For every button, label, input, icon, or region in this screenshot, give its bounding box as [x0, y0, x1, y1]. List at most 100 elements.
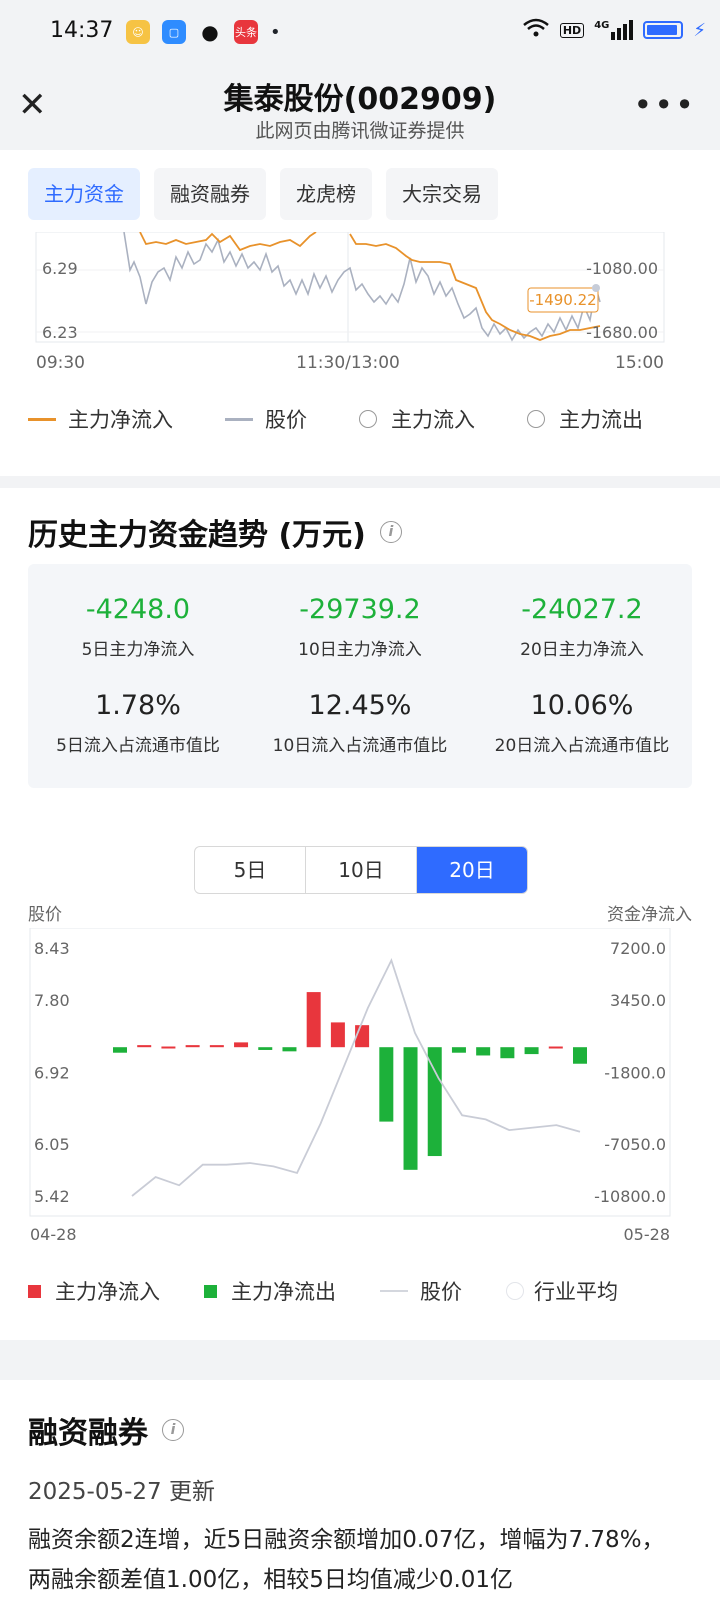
legend-main-inflow-label: 主力净流入	[55, 1280, 160, 1304]
page-title: 集泰股份(002909)	[223, 82, 497, 117]
margin-update-date: 2025-05-27 更新	[28, 1479, 215, 1505]
history-trend-card: 历史主力资金趋势 (万元) i -4248.0 5日主力净流入 -29739.2…	[0, 488, 720, 1340]
outflow-bar	[282, 1047, 297, 1052]
legend-outflow[interactable]: 主力流出	[527, 404, 643, 434]
last-value-text: -1490.22	[529, 291, 596, 309]
inflow-bar	[234, 1042, 249, 1048]
inflow-bar	[185, 1045, 200, 1048]
inflow-bar	[161, 1046, 176, 1049]
period-10d-button[interactable]: 10日	[306, 847, 417, 893]
flow-axis-tick: 3450.0	[610, 991, 666, 1010]
stat-value: 1.78%	[95, 690, 181, 721]
more-notifications-dot: •	[270, 21, 281, 43]
price-tick-top: 6.29	[42, 259, 78, 278]
blue-app-icon: ▢	[162, 20, 186, 44]
outflow-bar	[573, 1047, 587, 1064]
battery-icon	[643, 21, 684, 39]
flow-tick-top: -1080.00	[586, 259, 658, 278]
inflow-bar	[548, 1046, 563, 1049]
stat-value: 10.06%	[530, 690, 634, 721]
outflow-swatch	[204, 1284, 217, 1298]
stat-label: 5日主力净流入	[81, 640, 195, 660]
stat-5d-net: -4248.0 5日主力净流入	[28, 594, 248, 660]
intraday-flow-chart[interactable]: -1490.22 6.29 6.23 -1080.00 -1680.00 09:…	[0, 232, 720, 382]
inflow-bar	[330, 1022, 345, 1048]
wechat-icon: ●	[198, 20, 222, 44]
stat-value: -4248.0	[85, 594, 191, 625]
system-icons: HD 4G ⚡	[522, 18, 706, 42]
stat-20d-net: -24027.2 20日主力净流入	[472, 594, 692, 660]
price-tick-bottom: 6.23	[42, 323, 78, 342]
x-end-label: 05-28	[624, 1225, 671, 1244]
tab-main-funds[interactable]: 主力资金	[28, 168, 140, 220]
outflow-bar	[427, 1047, 442, 1157]
margin-title: 融资融券 i	[28, 1408, 184, 1452]
status-bar: 14:37 ☺ ▢ ● 头条 • HD 4G ⚡	[0, 0, 720, 64]
legend-main-outflow-label: 主力净流出	[231, 1280, 336, 1304]
left-axis-title: 股价	[28, 905, 62, 925]
legend-inflow-label: 主力流入	[391, 408, 475, 432]
main-funds-card: 主力资金 融资融券 龙虎榜 大宗交易 -1490.22 6.29 6.23 -1…	[0, 150, 720, 476]
legend-industry-avg[interactable]: 行业平均	[506, 1276, 618, 1306]
legend-price[interactable]: 股价	[380, 1276, 462, 1306]
tab-dragon-tiger[interactable]: 龙虎榜	[280, 168, 372, 220]
net-inflow-swatch	[28, 417, 56, 421]
margin-title-text: 融资融券	[28, 1416, 148, 1451]
x-start-label: 04-28	[30, 1225, 77, 1244]
history-title: 历史主力资金趋势 (万元) i	[28, 510, 402, 554]
outflow-bar	[500, 1047, 515, 1059]
time-label-mid: 11:30/13:00	[296, 353, 400, 373]
price-axis-tick: 5.42	[34, 1187, 70, 1206]
flow-axis-tick: 7200.0	[610, 939, 666, 958]
period-selector: 5日 10日 20日	[194, 846, 528, 894]
price-axis-tick: 6.05	[34, 1135, 70, 1154]
stat-label: 10日流入占流通市值比	[272, 736, 448, 756]
margin-description: 融资余额2连增，近5日融资余额增加0.07亿，增幅为7.78%，两融余额差值1.…	[28, 1527, 665, 1593]
outflow-bar	[379, 1047, 394, 1122]
stat-5d-ratio: 1.78% 5日流入占流通市值比	[28, 690, 248, 756]
outflow-bar	[113, 1047, 127, 1053]
tab-margin-trading[interactable]: 融资融券	[154, 168, 266, 220]
flow-axis-tick: -1800.0	[604, 1063, 666, 1082]
price-swatch	[225, 417, 253, 421]
stat-10d-ratio: 12.45% 10日流入占流通市值比	[250, 690, 470, 756]
history-flow-chart[interactable]: 8.43 7200.0 7.80 3450.0 6.92 -1800.0 6.05 -7050…	[0, 928, 720, 1258]
legend-industry-label: 行业平均	[534, 1280, 618, 1304]
kid-app-icon: ☺	[126, 20, 150, 44]
radio-icon	[359, 410, 377, 428]
tab-block-trade[interactable]: 大宗交易	[386, 168, 498, 220]
stat-10d-net: -29739.2 10日主力净流入	[250, 594, 470, 660]
right-axis-title: 资金净流入	[607, 905, 692, 925]
inflow-bar	[137, 1045, 152, 1048]
legend-main-outflow[interactable]: 主力净流出	[204, 1276, 336, 1306]
more-menu-icon[interactable]: •••	[633, 86, 696, 124]
charging-icon: ⚡	[693, 19, 706, 41]
history-title-text: 历史主力资金趋势 (万元)	[28, 518, 366, 553]
time-label-open: 09:30	[36, 353, 85, 373]
legend-net-inflow[interactable]: 主力净流入	[28, 404, 173, 434]
legend-price[interactable]: 股价	[225, 404, 307, 434]
radio-icon	[506, 1282, 524, 1300]
nav-bar: ✕ 集泰股份(002909) 此网页由腾讯微证券提供 •••	[0, 64, 720, 150]
legend-inflow[interactable]: 主力流入	[359, 404, 475, 434]
price-axis-tick: 6.92	[34, 1063, 70, 1082]
legend-main-inflow[interactable]: 主力净流入	[28, 1276, 160, 1306]
legend-net-inflow-label: 主力净流入	[68, 408, 173, 432]
wifi-icon	[522, 18, 550, 42]
outflow-bar	[451, 1047, 466, 1053]
stats-panel: -4248.0 5日主力净流入 -29739.2 10日主力净流入 -24027…	[28, 564, 692, 788]
info-icon[interactable]: i	[162, 1419, 184, 1441]
outflow-bar	[258, 1047, 273, 1050]
tab-bar: 主力资金 融资融券 龙虎榜 大宗交易	[28, 168, 498, 220]
info-icon[interactable]: i	[379, 521, 402, 543]
radio-icon	[527, 410, 545, 428]
flow-axis-tick: -7050.0	[604, 1135, 666, 1154]
inflow-bar	[209, 1045, 224, 1048]
inflow-bar	[306, 992, 321, 1048]
outflow-bar	[403, 1047, 418, 1170]
period-20d-button[interactable]: 20日	[417, 847, 527, 893]
time-label-close: 15:00	[615, 353, 664, 373]
page-subtitle: 此网页由腾讯微证券提供	[255, 120, 465, 142]
price-swatch	[380, 1290, 408, 1292]
period-5d-button[interactable]: 5日	[195, 847, 306, 893]
